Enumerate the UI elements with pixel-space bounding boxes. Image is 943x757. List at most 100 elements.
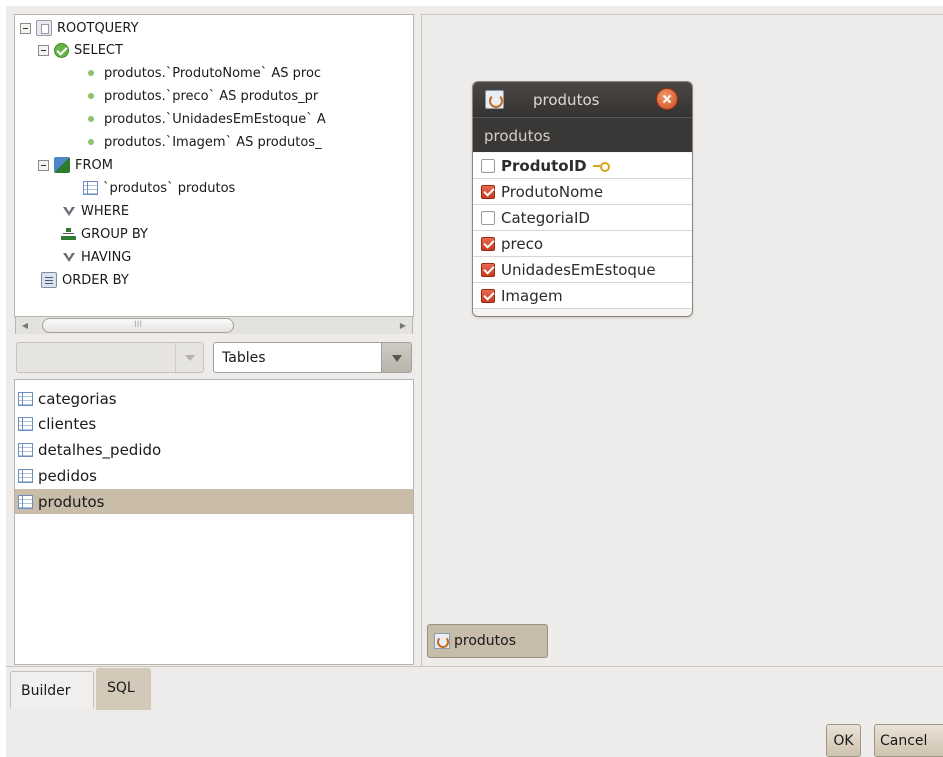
list-item-selected[interactable]: produtos <box>15 489 413 514</box>
object-type-value: Tables <box>222 350 266 366</box>
field-name: ProdutoID <box>501 156 587 175</box>
collapse-toggle[interactable] <box>20 22 31 34</box>
schema-combo[interactable] <box>16 342 204 373</box>
tree-node-from[interactable]: FROM <box>38 154 113 176</box>
tree-horizontal-scrollbar[interactable]: ◀ III ▶ <box>15 317 413 334</box>
scrollbar-thumb[interactable]: III <box>42 318 234 333</box>
field-row[interactable]: UnidadesEmEstoque <box>473 257 692 283</box>
table-node-title: produtos <box>533 91 600 109</box>
tree-label-where: WHERE <box>81 203 130 219</box>
field-row[interactable]: CategoriaID <box>473 205 692 231</box>
tree-node-group-by[interactable]: GROUP BY <box>61 223 148 245</box>
column-expression: produtos.`preco` AS produtos_pr <box>104 88 319 104</box>
cancel-button[interactable]: Cancel <box>874 724 943 757</box>
canvas-tab-label: produtos <box>454 633 517 649</box>
close-icon[interactable] <box>656 88 678 110</box>
table-node-header-label: produtos <box>484 127 551 145</box>
column-expression: produtos.`UnidadesEmEstoque` A <box>104 111 326 127</box>
tree-node-column[interactable]: produtos.`UnidadesEmEstoque` A <box>83 108 326 130</box>
filter-icon <box>63 252 76 263</box>
table-icon <box>18 442 33 457</box>
scrollbar-grip: III <box>134 320 142 330</box>
tab-sql-label: SQL <box>107 680 135 696</box>
tree-label-order-by: ORDER BY <box>62 272 129 288</box>
tree-node-rootquery[interactable]: ROOTQUERY <box>20 17 139 39</box>
tables-list[interactable]: categorias clientes detalhes_pedido pedi… <box>14 379 414 665</box>
object-type-combo[interactable]: Tables <box>213 342 412 373</box>
tree-label-from: FROM <box>75 157 113 173</box>
scroll-right-arrow-icon[interactable]: ▶ <box>396 317 410 334</box>
field-row[interactable]: Imagem <box>473 283 692 309</box>
query-builder-window: ROOTQUERY SELECT produtos.`ProdutoNome` … <box>6 6 943 757</box>
query-tree[interactable]: ROOTQUERY SELECT produtos.`ProdutoNome` … <box>14 14 414 317</box>
table-icon <box>18 416 33 431</box>
tree-node-column[interactable]: produtos.`Imagem` AS produtos_ <box>83 131 322 153</box>
check-circle-icon <box>54 42 69 58</box>
canvas-table-tab[interactable]: produtos <box>427 624 548 658</box>
query-icon <box>36 20 52 36</box>
table-icon <box>18 468 33 483</box>
table-icon <box>18 391 33 406</box>
table-name: detalhes_pedido <box>38 440 162 459</box>
from-table-label: `produtos` produtos <box>103 180 236 196</box>
field-name: CategoriaID <box>501 208 590 227</box>
key-icon <box>592 161 610 172</box>
tree-node-order-by[interactable]: ORDER BY <box>41 269 129 291</box>
table-icon <box>83 181 98 195</box>
field-name: Imagem <box>501 286 563 305</box>
table-node-titlebar[interactable]: produtos <box>473 82 692 117</box>
from-icon <box>54 157 70 173</box>
column-expression: produtos.`ProdutoNome` AS proc <box>104 65 322 81</box>
scroll-left-arrow-icon[interactable]: ◀ <box>18 317 32 334</box>
field-checkbox[interactable] <box>481 236 495 251</box>
field-checkbox[interactable] <box>481 262 495 277</box>
list-item[interactable]: detalhes_pedido <box>15 437 413 462</box>
list-item[interactable]: clientes <box>15 411 413 436</box>
tree-node-from-table[interactable]: `produtos` produtos <box>83 177 235 199</box>
tree-node-where[interactable]: WHERE <box>63 200 129 222</box>
tree-label-root: ROOTQUERY <box>57 20 139 36</box>
tree-node-having[interactable]: HAVING <box>63 246 131 268</box>
filter-icon <box>63 206 76 217</box>
ok-button[interactable]: OK <box>826 724 861 757</box>
field-checkbox[interactable] <box>481 288 495 303</box>
field-checkbox[interactable] <box>481 210 495 225</box>
table-name: clientes <box>38 414 97 433</box>
collapse-toggle[interactable] <box>38 44 49 56</box>
field-row[interactable]: ProdutoID <box>473 153 692 179</box>
chevron-down-icon[interactable] <box>175 343 203 372</box>
table-name: categorias <box>38 389 117 408</box>
tree-label-having: HAVING <box>81 249 132 265</box>
tree-node-column[interactable]: produtos.`preco` AS produtos_pr <box>83 85 318 107</box>
tab-builder[interactable]: Builder <box>10 671 94 708</box>
bullet-icon <box>88 139 94 145</box>
tree-label-select: SELECT <box>74 42 123 58</box>
hierarchy-icon <box>61 227 76 241</box>
field-name: preco <box>501 234 544 253</box>
bullet-icon <box>88 116 94 122</box>
field-row[interactable]: ProdutoNome <box>473 179 692 205</box>
list-item[interactable]: categorias <box>15 386 413 411</box>
field-row[interactable]: preco <box>473 231 692 257</box>
field-checkbox[interactable] <box>481 158 495 173</box>
tab-sql[interactable]: SQL <box>96 668 151 710</box>
field-name: ProdutoNome <box>501 182 604 201</box>
bullet-icon <box>88 70 94 76</box>
tree-node-select[interactable]: SELECT <box>38 39 123 61</box>
table-name: produtos <box>38 492 105 511</box>
table-node-header: produtos <box>473 117 692 152</box>
bullet-icon <box>88 93 94 99</box>
table-node-produtos[interactable]: produtos produtos ProdutoID ProdutoNome … <box>472 81 693 317</box>
column-expression: produtos.`Imagem` AS produtos_ <box>104 134 322 150</box>
field-name: UnidadesEmEstoque <box>501 260 656 279</box>
tab-builder-label: Builder <box>21 683 71 699</box>
table-window-icon <box>434 633 450 649</box>
tree-label-group-by: GROUP BY <box>81 226 148 242</box>
field-checkbox[interactable] <box>481 184 495 199</box>
tree-node-column[interactable]: produtos.`ProdutoNome` AS proc <box>83 62 321 84</box>
table-name: pedidos <box>38 466 97 485</box>
chevron-down-icon[interactable] <box>381 343 411 372</box>
collapse-toggle[interactable] <box>38 159 49 171</box>
list-item[interactable]: pedidos <box>15 463 413 488</box>
divider <box>6 666 943 667</box>
